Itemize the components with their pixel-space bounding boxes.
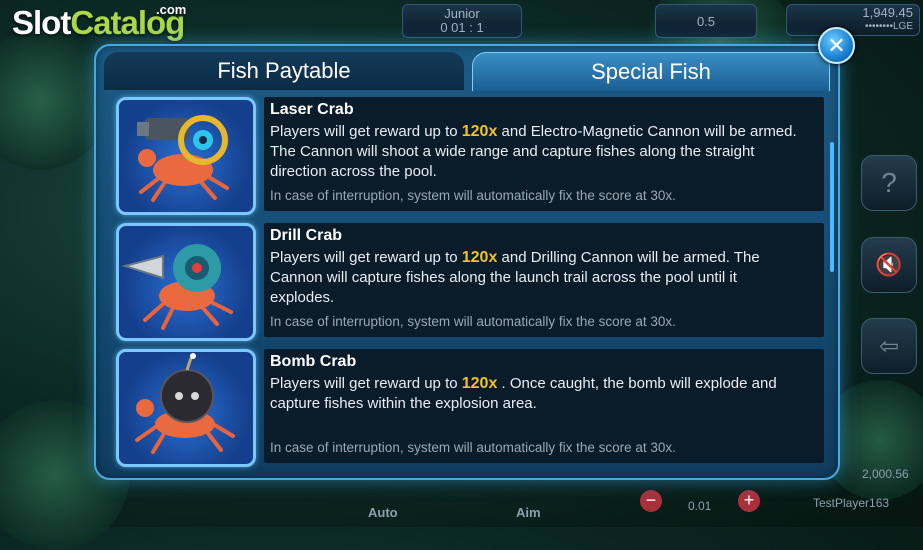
bet-decrease-button[interactable]: − — [640, 490, 662, 512]
player-level: Junior — [444, 6, 480, 21]
exit-icon: ⇦ — [878, 332, 900, 360]
item-card: Laser Crab Players will get reward up to… — [264, 97, 824, 211]
bet-value: 0.5 — [696, 13, 716, 29]
item-card: Drill Crab Players will get reward up to… — [264, 223, 824, 337]
item-note: In case of interruption, system will aut… — [270, 314, 676, 329]
bottom-balance: 2,000.56 — [862, 467, 909, 481]
special-fish-modal: Fish Paytable Special Fish Laser Crab Pl… — [94, 44, 840, 480]
logo-suffix: .com — [156, 2, 187, 17]
item-card: Bomb Crab Players will get reward up to … — [264, 349, 824, 463]
list-item: Drill Crab Players will get reward up to… — [116, 221, 824, 341]
desc-text: Players will get reward up to — [270, 375, 462, 392]
multiplier: 120x — [461, 123, 498, 140]
tab-special-fish[interactable]: Special Fish — [472, 52, 830, 91]
bet-panel: 0.5 — [655, 4, 757, 38]
multiplier: 120x — [461, 249, 498, 266]
auto-button[interactable]: Auto — [368, 505, 398, 520]
exit-button[interactable]: ⇦ — [861, 318, 917, 374]
sound-button[interactable]: 🔇 — [861, 237, 917, 293]
item-name: Bomb Crab — [270, 353, 357, 370]
close-icon: ✕ — [827, 32, 846, 58]
bomb-crab-icon — [116, 349, 256, 467]
currency-label: ••••••••LGE — [864, 21, 913, 32]
item-note: In case of interruption, system will aut… — [270, 440, 676, 455]
timer: 0 01 : 1 — [440, 20, 484, 35]
item-description: Players will get reward up to 120x and D… — [270, 248, 805, 308]
list-item: Laser Crab Players will get reward up to… — [116, 95, 824, 215]
item-note: In case of interruption, system will aut… — [270, 188, 676, 203]
bet-increase-button[interactable]: + — [738, 490, 760, 512]
balance-panel: 1,949.45 ••••••••LGE — [786, 4, 920, 36]
item-description: Players will get reward up to 120x and E… — [270, 122, 805, 182]
multiplier: 120x — [461, 375, 498, 392]
item-name: Laser Crab — [270, 101, 354, 118]
logo: SlotCatalog .com — [12, 2, 187, 41]
close-button[interactable]: ✕ — [818, 27, 855, 64]
logo-part1: Slot — [12, 4, 71, 41]
desc-text: Players will get reward up to — [270, 123, 462, 140]
help-button[interactable]: ? — [861, 155, 917, 211]
desc-text: Players will get reward up to — [270, 249, 462, 266]
scrollbar[interactable] — [830, 142, 834, 272]
bet-step-value: 0.01 — [688, 499, 712, 513]
list-item: Bomb Crab Players will get reward up to … — [116, 347, 824, 467]
item-description: Players will get reward up to 120x . Onc… — [270, 374, 805, 414]
drill-crab-icon — [116, 223, 256, 341]
mute-icon: 🔇 — [875, 252, 903, 277]
balance-value: 1,949.45 — [862, 5, 913, 20]
player-name: TestPlayer163 — [813, 496, 890, 510]
laser-crab-icon — [116, 97, 256, 215]
player-level-panel: Junior 0 01 : 1 — [402, 4, 522, 38]
question-icon: ? — [881, 167, 897, 198]
item-name: Drill Crab — [270, 227, 343, 244]
aim-button[interactable]: Aim — [516, 505, 541, 520]
tab-fish-paytable[interactable]: Fish Paytable — [104, 52, 464, 90]
special-fish-list: Laser Crab Players will get reward up to… — [96, 92, 838, 472]
